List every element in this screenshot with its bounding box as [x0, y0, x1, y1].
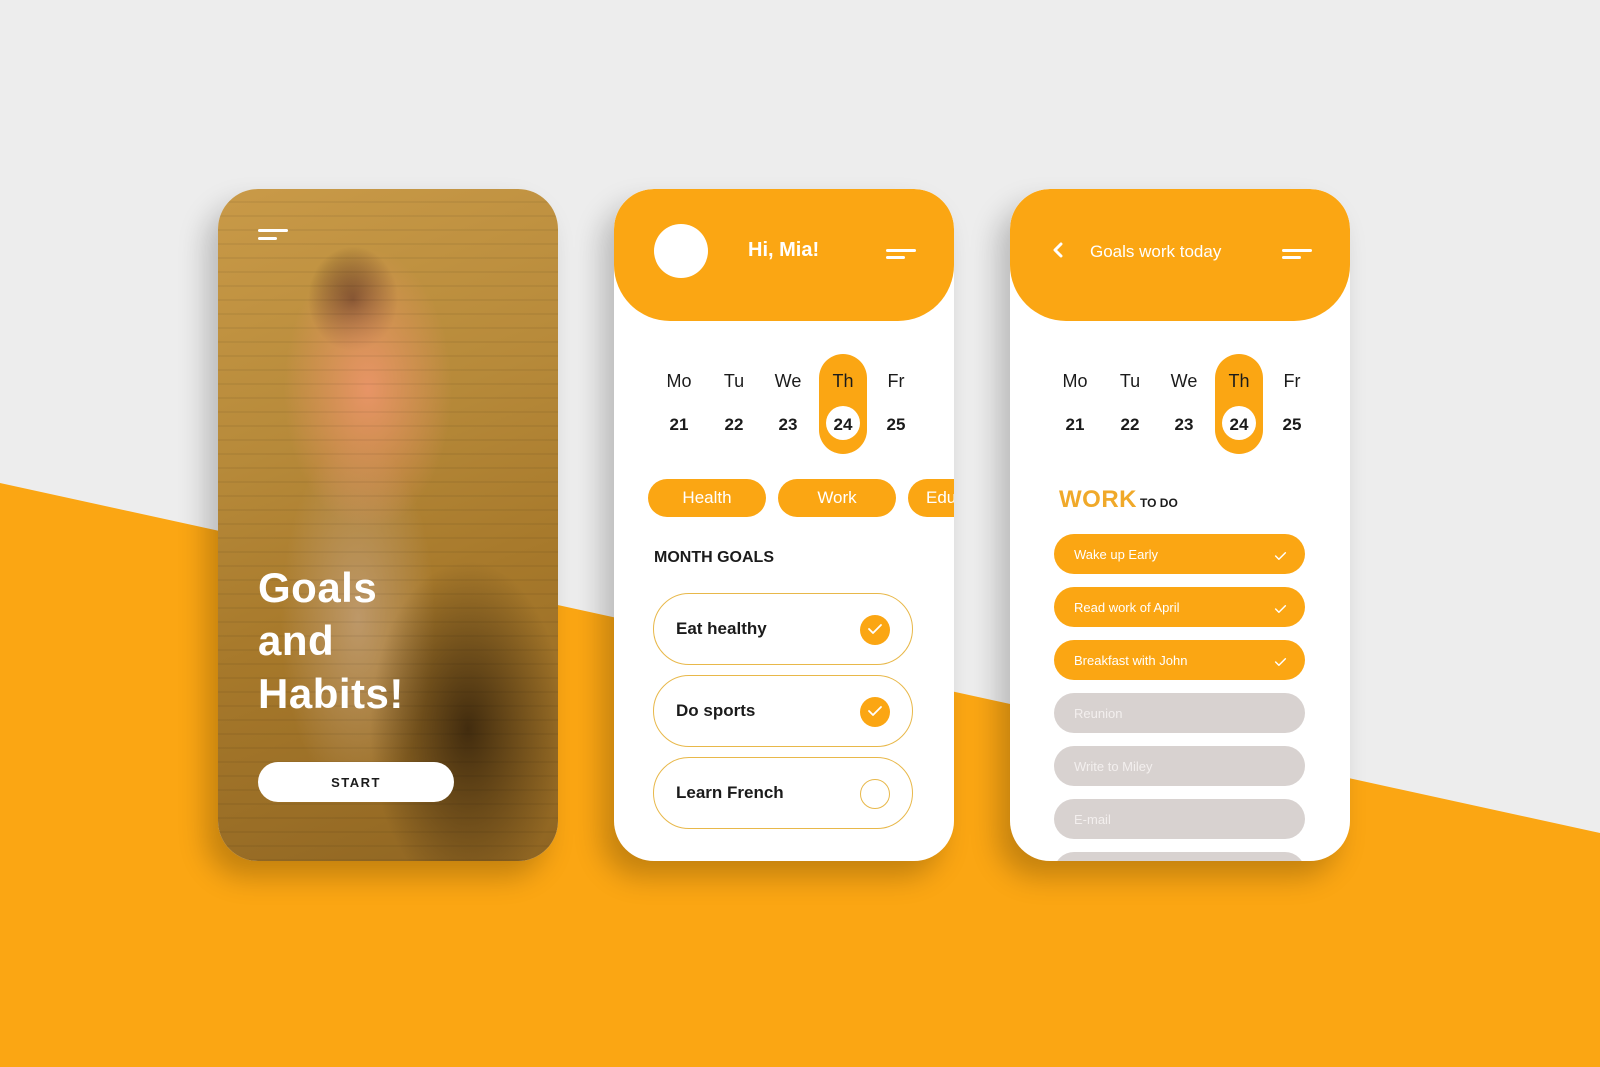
goal-item[interactable]: Eat healthy: [653, 593, 913, 665]
task-item[interactable]: E-mail: [1054, 799, 1305, 839]
goal-label: Do sports: [676, 701, 756, 720]
hamburger-menu-icon[interactable]: [886, 249, 916, 261]
day-name: Tu: [1119, 371, 1141, 391]
chip-work[interactable]: Work: [778, 479, 896, 517]
calendar-day-we[interactable]: We 23: [1159, 354, 1209, 454]
day-name: Th: [1228, 371, 1250, 391]
runner-photo: [218, 189, 558, 861]
day-number: 25: [1282, 415, 1302, 434]
calendar-day-tu[interactable]: Tu 22: [1105, 354, 1155, 454]
day-name: Fr: [1283, 371, 1301, 391]
day-name: We: [1170, 371, 1198, 391]
check-icon: [1274, 601, 1287, 619]
task-label: Write to Miley: [1074, 759, 1153, 774]
goal-label: Eat healthy: [676, 619, 767, 638]
calendar-day-fr[interactable]: Fr 25: [1267, 354, 1317, 454]
calendar-day-mo[interactable]: Mo 21: [654, 354, 704, 454]
splash-title-line: and: [258, 617, 335, 664]
task-label: E-mail: [1074, 812, 1111, 827]
work-subtitle: TO DO: [1140, 496, 1178, 510]
calendar-day-tu[interactable]: Tu 22: [709, 354, 759, 454]
check-icon: [1274, 654, 1287, 672]
day-number: 25: [886, 415, 906, 434]
task-label: Read work of April: [1074, 600, 1180, 615]
screen-work-today: Goals work today Mo 21 Tu 22 We 23 Th 24 Fr 25 WO…: [1010, 189, 1350, 861]
screen-home: Hi, Mia! Mo 21 Tu 22 We 23 Th 24 Fr 25 Health Wor…: [614, 189, 954, 861]
day-name: Tu: [723, 371, 745, 391]
goal-label: Learn French: [676, 783, 784, 802]
calendar-day-we[interactable]: We 23: [763, 354, 813, 454]
check-icon: [1274, 548, 1287, 566]
hamburger-menu-icon[interactable]: [1282, 249, 1312, 261]
day-name: We: [774, 371, 802, 391]
day-number: 23: [1174, 415, 1194, 434]
splash-title: Goals and Habits!: [258, 561, 404, 720]
day-number: 24: [1229, 415, 1249, 434]
section-title: MONTH GOALS: [654, 549, 774, 566]
goal-item[interactable]: Do sports: [653, 675, 913, 747]
page-title: Goals work today: [1090, 242, 1222, 261]
day-name: Mo: [1062, 371, 1088, 391]
day-number: 21: [1065, 415, 1085, 434]
calendar-day-th[interactable]: Th 24: [1214, 354, 1264, 454]
day-number: 22: [1120, 415, 1140, 434]
screen-splash: Goals and Habits! START: [218, 189, 558, 861]
chip-education[interactable]: Edu: [908, 479, 954, 517]
checked-circle-icon[interactable]: [860, 697, 890, 727]
task-label: Wake up Early: [1074, 547, 1159, 562]
task-item[interactable]: Wake up Early: [1054, 534, 1305, 574]
day-number: 24: [833, 415, 853, 434]
empty-circle-icon[interactable]: [860, 779, 890, 809]
splash-title-line: Goals: [258, 564, 378, 611]
calendar-day-th[interactable]: Th 24: [818, 354, 868, 454]
task-item[interactable]: [1054, 852, 1305, 861]
week-calendar: Mo 21 Tu 22 We 23 Th 24 Fr 25: [654, 354, 914, 454]
task-label: Reunion: [1074, 706, 1123, 721]
task-label: Breakfast with John: [1074, 653, 1188, 668]
task-item[interactable]: Breakfast with John: [1054, 640, 1305, 680]
header: Hi, Mia!: [614, 189, 954, 321]
calendar-day-fr[interactable]: Fr 25: [871, 354, 921, 454]
task-item[interactable]: Write to Miley: [1054, 746, 1305, 786]
week-calendar: Mo 21 Tu 22 We 23 Th 24 Fr 25: [1050, 354, 1310, 454]
header: Goals work today: [1010, 189, 1350, 321]
splash-title-line: Habits!: [258, 670, 404, 717]
task-item[interactable]: Reunion: [1054, 693, 1305, 733]
calendar-day-mo[interactable]: Mo 21: [1050, 354, 1100, 454]
hamburger-menu-icon[interactable]: [258, 229, 290, 243]
task-item[interactable]: Read work of April: [1054, 587, 1305, 627]
goal-item[interactable]: Learn French: [653, 757, 913, 829]
chevron-left-icon[interactable]: [1052, 241, 1070, 263]
avatar[interactable]: [654, 224, 708, 278]
day-number: 22: [724, 415, 744, 434]
checked-circle-icon[interactable]: [860, 615, 890, 645]
greeting: Hi, Mia!: [748, 239, 820, 261]
day-name: Mo: [666, 371, 692, 391]
day-name: Th: [832, 371, 854, 391]
day-number: 21: [669, 415, 689, 434]
start-button[interactable]: START: [258, 762, 454, 802]
day-number: 23: [778, 415, 798, 434]
day-name: Fr: [887, 371, 905, 391]
work-title: WORK: [1059, 486, 1137, 513]
chip-health[interactable]: Health: [648, 479, 766, 517]
